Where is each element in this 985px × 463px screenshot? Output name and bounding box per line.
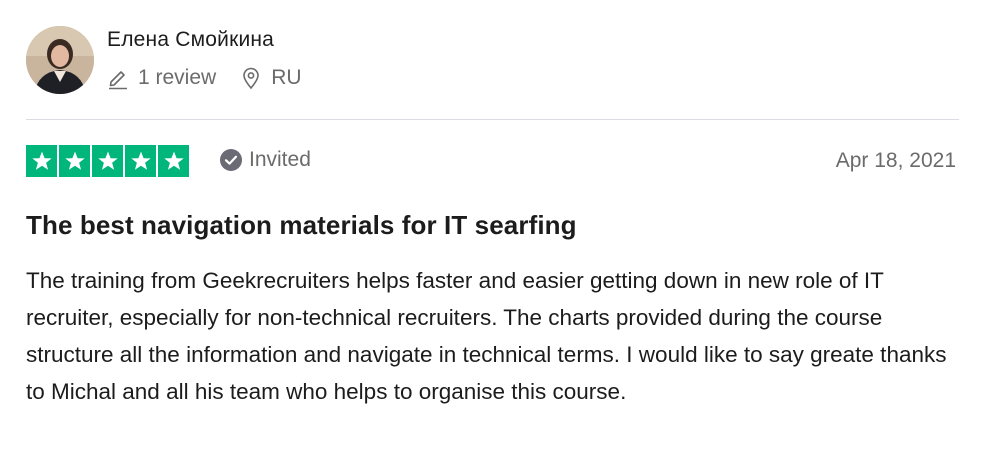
invited-badge[interactable]: Invited: [219, 148, 311, 172]
star-icon: [92, 145, 123, 177]
check-circle-icon: [220, 149, 242, 171]
star-rating: [26, 145, 189, 177]
invited-label: Invited: [249, 148, 311, 171]
star-icon: [26, 145, 57, 177]
review-title[interactable]: The best navigation materials for IT sea…: [26, 210, 577, 241]
avatar-photo: [26, 26, 94, 94]
location-pin-icon: [240, 66, 262, 90]
star-icon: [158, 145, 189, 177]
review-body: The training from Geekrecruiters helps f…: [26, 268, 947, 404]
reviewer-meta: 1 review RU: [107, 66, 302, 90]
review-count[interactable]: 1 review: [138, 66, 216, 90]
divider: [26, 119, 959, 120]
star-icon: [59, 145, 90, 177]
reviewer-name[interactable]: Елена Смойкина: [107, 28, 274, 52]
star-icon: [125, 145, 156, 177]
review-date: Apr 18, 2021: [835, 149, 956, 172]
pencil-icon: [107, 66, 129, 90]
avatar[interactable]: [26, 26, 94, 94]
location-label: RU: [271, 66, 302, 89]
